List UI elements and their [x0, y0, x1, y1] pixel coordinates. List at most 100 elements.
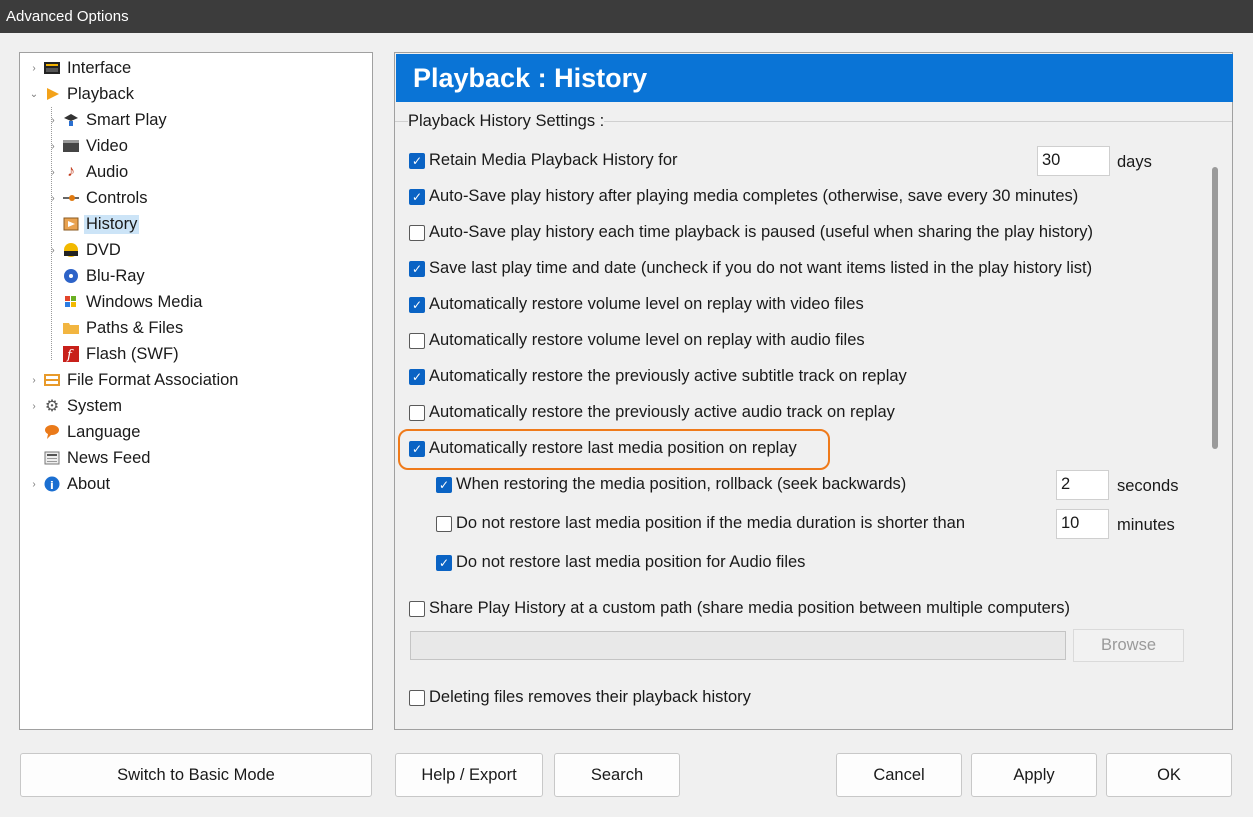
tree-item-playback[interactable]: ⌄ Playback	[28, 82, 136, 106]
chevron-right-icon[interactable]: ›	[47, 193, 59, 204]
button-label: Cancel	[873, 765, 925, 784]
tree-item-label: Audio	[86, 162, 129, 181]
tree-item-label: Video	[86, 136, 128, 155]
checkbox[interactable]: ✓	[409, 440, 425, 457]
tree-item-paths-files[interactable]: Paths & Files	[47, 316, 185, 340]
tree-item-windows-media[interactable]: Windows Media	[47, 290, 204, 314]
tree-item-file-format-association[interactable]: › File Format Association	[28, 368, 240, 392]
option-retain-history[interactable]: ✓ Retain Media Playback History for	[409, 151, 678, 170]
tree-item-label: Language	[67, 422, 141, 441]
browse-button[interactable]: Browse	[1073, 629, 1184, 662]
tree-item-video[interactable]: › Video	[47, 134, 130, 158]
checkbox[interactable]: ✓	[436, 554, 452, 571]
chevron-right-icon[interactable]: ›	[47, 245, 59, 256]
option-label: Auto-Save play history each time playbac…	[429, 223, 1094, 241]
tree-item-label: About	[67, 474, 111, 493]
tree-item-system[interactable]: › ⚙ System	[28, 394, 124, 418]
tree-item-label: Paths & Files	[86, 318, 184, 337]
history-icon	[62, 215, 80, 233]
tree-item-label: Blu-Ray	[86, 266, 145, 285]
checkbox[interactable]: ✓	[409, 368, 425, 385]
tree-item-label: Interface	[67, 58, 132, 77]
windows-media-icon	[62, 293, 80, 311]
tree-item-label: DVD	[86, 240, 121, 259]
chevron-right-icon[interactable]: ›	[47, 115, 59, 126]
tree-item-history[interactable]: History	[47, 212, 140, 236]
tree-item-controls[interactable]: › Controls	[47, 186, 149, 210]
cancel-button[interactable]: Cancel	[836, 753, 962, 797]
option-restore-audio-track[interactable]: Automatically restore the previously act…	[409, 403, 895, 422]
tree-item-dvd[interactable]: › DVD	[47, 238, 123, 262]
option-save-last-play-time[interactable]: ✓ Save last play time and date (uncheck …	[409, 259, 1092, 278]
chevron-right-icon[interactable]: ›	[28, 479, 40, 490]
scrollbar-thumb[interactable]	[1212, 167, 1218, 449]
checkbox[interactable]	[409, 404, 425, 421]
option-label: Automatically restore volume level on re…	[429, 295, 864, 313]
option-delete-removes-history[interactable]: Deleting files removes their playback hi…	[409, 688, 751, 707]
search-button[interactable]: Search	[554, 753, 680, 797]
apply-button[interactable]: Apply	[971, 753, 1097, 797]
checkbox[interactable]	[409, 332, 425, 349]
tree-item-label: History	[84, 214, 140, 234]
tree-item-audio[interactable]: › ♪ Audio	[47, 160, 130, 184]
rollback-seconds-input[interactable]: 2	[1056, 470, 1109, 500]
chevron-down-icon[interactable]: ⌄	[28, 89, 40, 100]
option-auto-save-paused[interactable]: Auto-Save play history each time playbac…	[409, 223, 1093, 242]
min-duration-input[interactable]: 10	[1056, 509, 1109, 539]
checkbox[interactable]	[436, 515, 452, 532]
help-export-button[interactable]: Help / Export	[395, 753, 543, 797]
option-label: Automatically restore last media positio…	[429, 439, 797, 457]
tree-item-language[interactable]: Language	[28, 420, 142, 444]
interface-icon	[43, 59, 61, 77]
tree-item-bluray[interactable]: Blu-Ray	[47, 264, 147, 288]
checkbox[interactable]	[409, 689, 425, 706]
tree-item-news-feed[interactable]: News Feed	[28, 446, 152, 470]
checkbox[interactable]: ✓	[436, 476, 452, 493]
checkbox[interactable]	[409, 600, 425, 617]
tree-item-label: Playback	[67, 84, 134, 103]
chevron-right-icon[interactable]: ›	[47, 141, 59, 152]
retain-days-input[interactable]: 30	[1037, 146, 1110, 176]
option-label: Share Play History at a custom path (sha…	[429, 599, 1071, 617]
tree-item-label: System	[67, 396, 123, 415]
option-no-restore-audio[interactable]: ✓ Do not restore last media position for…	[436, 553, 805, 572]
retain-days-unit: days	[1117, 153, 1152, 171]
tree-item-about[interactable]: › i About	[28, 472, 112, 496]
tree-item-smart-play[interactable]: › Smart Play	[47, 108, 169, 132]
option-restore-media-position[interactable]: ✓ Automatically restore last media posit…	[409, 439, 797, 458]
option-restore-volume-audio[interactable]: Automatically restore volume level on re…	[409, 331, 865, 350]
option-label: Auto-Save play history after playing med…	[429, 187, 1079, 205]
checkbox[interactable]: ✓	[409, 152, 425, 169]
chevron-right-icon[interactable]: ›	[28, 375, 40, 386]
checkbox[interactable]: ✓	[409, 188, 425, 205]
ok-button[interactable]: OK	[1106, 753, 1232, 797]
chevron-right-icon[interactable]: ›	[28, 63, 40, 74]
min-duration-unit: minutes	[1117, 516, 1175, 534]
button-label: OK	[1157, 765, 1181, 784]
video-icon	[62, 137, 80, 155]
checkbox[interactable]: ✓	[409, 260, 425, 277]
option-restore-subtitle-track[interactable]: ✓ Automatically restore the previously a…	[409, 367, 907, 386]
flash-icon: f	[62, 345, 80, 363]
tree-item-flash[interactable]: f Flash (SWF)	[47, 342, 181, 366]
tree-item-interface[interactable]: › Interface	[28, 56, 133, 80]
option-rollback[interactable]: ✓ When restoring the media position, rol…	[436, 475, 906, 494]
option-auto-save-complete[interactable]: ✓ Auto-Save play history after playing m…	[409, 187, 1078, 206]
option-share-history[interactable]: Share Play History at a custom path (sha…	[409, 599, 1070, 618]
checkbox[interactable]: ✓	[409, 296, 425, 313]
switch-basic-mode-button[interactable]: Switch to Basic Mode	[20, 753, 372, 797]
chevron-right-icon[interactable]: ›	[47, 167, 59, 178]
custom-path-input[interactable]	[410, 631, 1066, 660]
option-restore-volume-video[interactable]: ✓ Automatically restore volume level on …	[409, 295, 864, 314]
options-tree[interactable]: › Interface ⌄ Playback › Smart Play › Vi…	[19, 52, 373, 730]
option-label: Do not restore last media position if th…	[456, 514, 966, 532]
controls-icon	[62, 189, 80, 207]
option-min-duration[interactable]: Do not restore last media position if th…	[436, 514, 965, 533]
chevron-right-icon[interactable]: ›	[28, 401, 40, 412]
option-label: Automatically restore volume level on re…	[429, 331, 865, 349]
checkbox[interactable]	[409, 224, 425, 241]
tree-item-label: File Format Association	[67, 370, 239, 389]
browse-label: Browse	[1100, 636, 1157, 654]
tree-item-label: News Feed	[67, 448, 151, 467]
file-format-icon	[43, 371, 61, 389]
